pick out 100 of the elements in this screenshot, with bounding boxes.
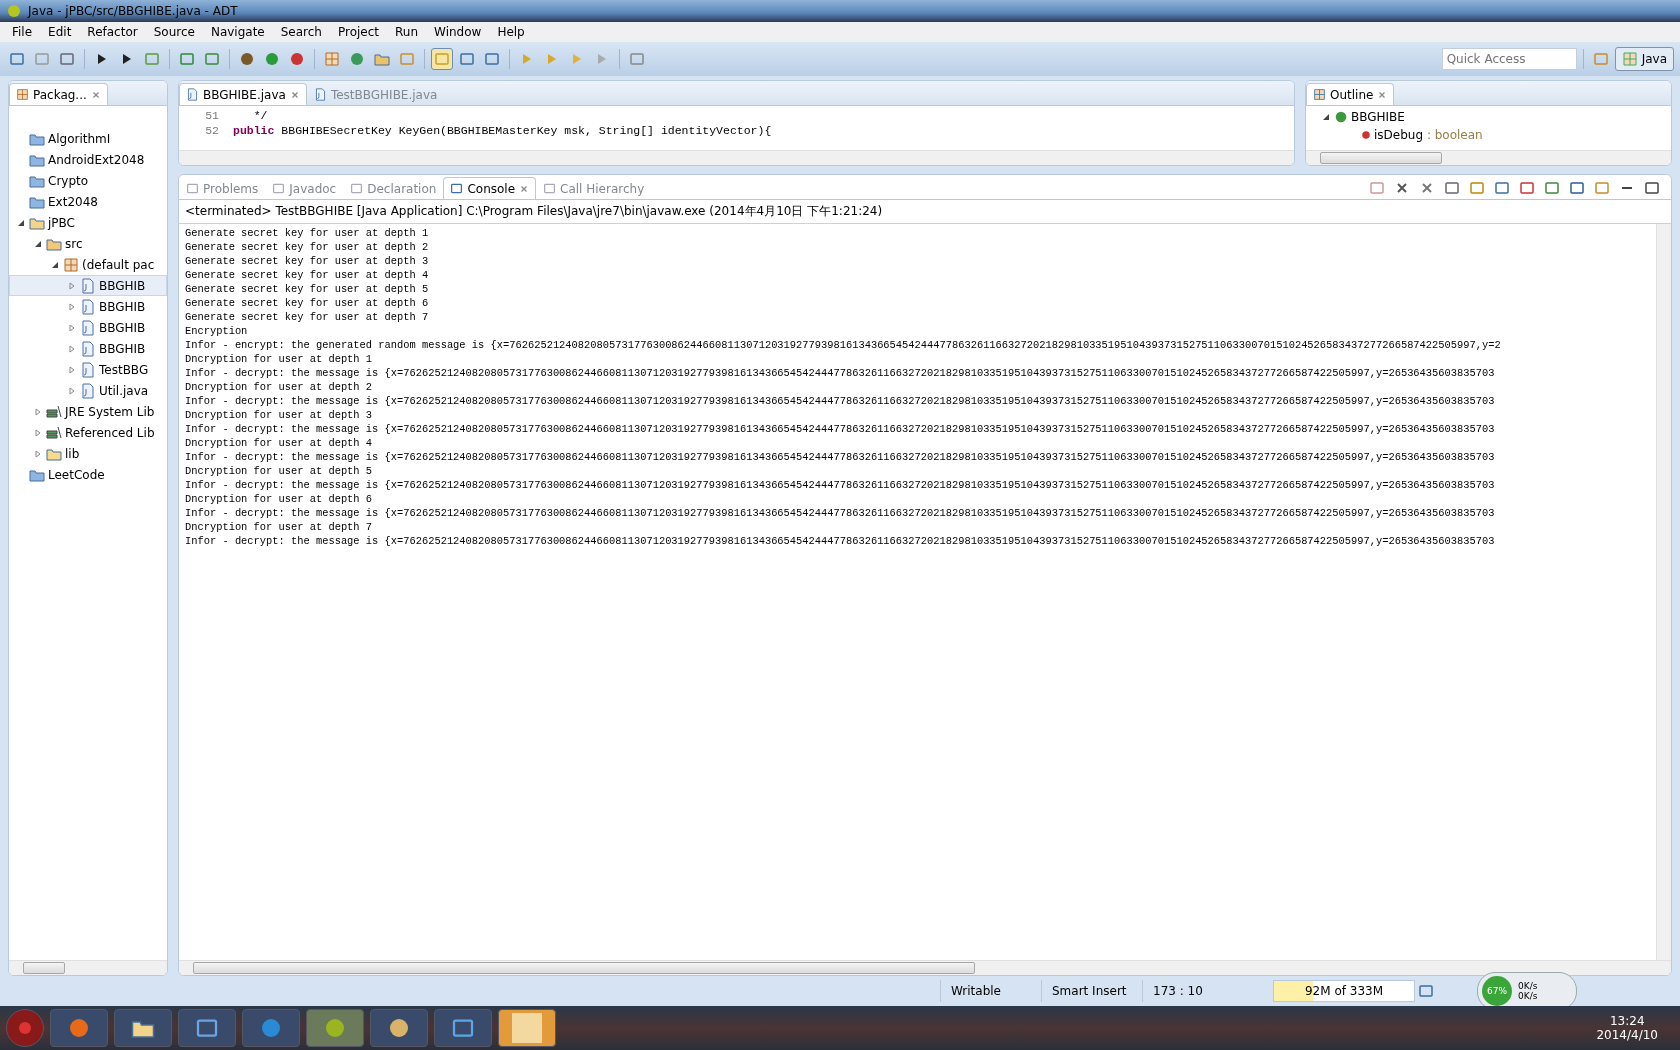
collapsed-icon[interactable] — [34, 407, 42, 416]
console-line: Dncryption for user at depth 7 — [185, 520, 374, 534]
vertical-scrollbar[interactable] — [1656, 224, 1671, 960]
trash-icon — [1418, 983, 1434, 999]
palette-icon — [387, 1016, 411, 1040]
taskbar-app[interactable] — [370, 1009, 428, 1047]
java-file-icon — [80, 319, 96, 336]
highlight-button[interactable] — [431, 48, 453, 70]
tree-item[interactable]: Util.java — [9, 380, 167, 401]
tree-item[interactable]: AndroidExt2048 — [9, 149, 167, 170]
console-line: Infor - encrypt: the generated random message is {x=76262521240820805731776300862446608113071203192779398161343665454244477863261166327202182981033519510439373152751106330070151024526583437277266587422505997,y=2 — [185, 338, 1502, 352]
horizontal-scrollbar[interactable] — [9, 960, 167, 975]
taskbar-app[interactable] — [498, 1009, 556, 1047]
console-line: Infor - decrypt: the message is {x=76262521240820805731776300862446608113071203192779398161343665454244477863261166327202182981033519510439373152751106330070151024526583437277266587422505997,y=26536435603835703 — [185, 534, 1496, 548]
horizontal-scrollbar[interactable] — [179, 960, 1671, 975]
view-tab[interactable]: Declaration — [343, 177, 444, 199]
menu-item[interactable]: Navigate — [202, 25, 273, 39]
collapsed-icon[interactable] — [68, 365, 76, 374]
clock[interactable]: 13:24 2014/4/10 — [1580, 1014, 1674, 1042]
horizontal-scrollbar[interactable] — [1306, 150, 1671, 165]
menu-item[interactable]: Search — [272, 25, 330, 39]
expanded-icon[interactable] — [1322, 112, 1330, 121]
field-icon — [1361, 130, 1371, 140]
console-line: Encryption — [185, 324, 249, 338]
menu-item[interactable]: Window — [426, 25, 490, 39]
tree-item[interactable]: (default pac — [9, 254, 167, 275]
menu-item[interactable]: Refactor — [79, 25, 146, 39]
tree-item[interactable]: Ext2048 — [9, 191, 167, 212]
scroll-lock-icon — [1469, 180, 1485, 196]
tree-item[interactable]: JRE System Lib — [9, 401, 167, 422]
taskbar-app[interactable] — [114, 1009, 172, 1047]
code-line: public BBGHIBESecretKey KeyGen(BBGHIBEMasterKey msk, String[] identityVector){ — [233, 124, 772, 137]
line-number: 52 — [204, 124, 220, 137]
taskbar-app[interactable] — [50, 1009, 108, 1047]
tree-item[interactable]: jPBC — [9, 212, 167, 233]
tree-item[interactable]: lib — [9, 443, 167, 464]
view-tab[interactable]: Javadoc — [265, 177, 344, 199]
console-line: Generate secret key for user at depth 3 — [185, 254, 430, 268]
start-button[interactable] — [6, 1009, 44, 1047]
expanded-icon[interactable] — [51, 260, 59, 269]
class-icon — [1334, 109, 1348, 124]
download-speed: 0K/s — [1518, 991, 1538, 1001]
console-line: Infor - decrypt: the message is {x=76262521240820805731776300862446608113071203192779398161343665454244477863261166327202182981033519510439373152751106330070151024526583437277266587422505997,y=26536435603835703 — [185, 422, 1496, 436]
menu-item[interactable]: Source — [145, 25, 203, 39]
tree-item[interactable]: Referenced Lib — [9, 422, 167, 443]
tree-item[interactable]: TestBBG — [9, 359, 167, 380]
collapsed-icon[interactable] — [68, 386, 76, 395]
collapsed-icon[interactable] — [68, 281, 76, 290]
collapsed-icon[interactable] — [68, 344, 76, 353]
menu-item[interactable]: Run — [387, 25, 427, 39]
tree-item[interactable]: LeetCode — [9, 464, 167, 485]
view-tab[interactable]: Call Hierarchy — [536, 177, 652, 199]
close-icon — [519, 183, 530, 194]
collapsed-icon[interactable] — [68, 302, 76, 311]
editor-tab[interactable]: BBGHIBE.java — [179, 83, 307, 105]
tree-item[interactable]: BBGHIB — [9, 296, 167, 317]
window-title: Java - jPBC/src/BBGHIBE.java - ADT — [28, 4, 238, 18]
console-header: <terminated> TestBBGHIBE [Java Application] C:\Program Files\Java\jre7\bin\javaw.exe (2014年4月10日 下午1:21:24) — [179, 200, 1671, 224]
view-icon — [272, 182, 286, 195]
menu-item[interactable]: Edit — [40, 25, 80, 39]
taskbar-app[interactable] — [434, 1009, 492, 1047]
block-icon — [459, 51, 475, 67]
view-tab[interactable]: Console — [443, 177, 537, 199]
horizontal-scrollbar[interactable] — [179, 150, 1294, 165]
quick-access-field[interactable]: Quick Access — [1441, 48, 1577, 70]
panel-tab[interactable]: Packag... — [9, 83, 108, 105]
taskbar-app[interactable] — [306, 1009, 364, 1047]
perspective-button[interactable]: Java — [1614, 47, 1674, 71]
package-icon — [16, 88, 29, 101]
console-line: Infor - decrypt: the message is {x=76262521240820805731776300862446608113071203192779398161343665454244477863261166327202182981033519510439373152751106330070151024526583437277266587422505997,y=26536435603835703 — [185, 478, 1496, 492]
console-line: Generate secret key for user at depth 5 — [185, 282, 430, 296]
panel-tab[interactable]: Outline — [1306, 83, 1395, 105]
tree-item[interactable]: AlgorithmI — [9, 128, 167, 149]
save-icon — [34, 51, 50, 67]
status-text: Smart Insert — [1041, 980, 1142, 1002]
view-tab[interactable]: Problems — [179, 177, 266, 199]
menu-item[interactable]: Project — [329, 25, 388, 39]
collapsed-icon[interactable] — [68, 323, 76, 332]
tree-item[interactable]: BBGHIBE — [1320, 106, 1671, 127]
taskbar-app[interactable] — [178, 1009, 236, 1047]
expanded-icon[interactable] — [17, 218, 25, 227]
menu-item[interactable]: File — [4, 25, 41, 39]
collapsed-icon[interactable] — [34, 428, 42, 437]
collapsed-icon[interactable] — [34, 449, 42, 458]
console-line: Dncryption for user at depth 2 — [185, 380, 374, 394]
console-line: Generate secret key for user at depth 1 — [185, 226, 430, 240]
library-icon — [46, 403, 62, 420]
tree-item[interactable]: Crypto — [9, 170, 167, 191]
tree-item[interactable]: BBGHIB — [9, 275, 167, 296]
close-icon — [289, 89, 300, 100]
tree-item[interactable]: BBGHIB — [9, 317, 167, 338]
show-error-icon — [1519, 180, 1535, 196]
java-file-icon — [80, 361, 96, 378]
tree-item[interactable]: BBGHIB — [9, 338, 167, 359]
tree-item[interactable]: src — [9, 233, 167, 254]
brush-icon — [434, 51, 450, 67]
expanded-icon[interactable] — [34, 239, 42, 248]
tree-item[interactable]: isDebug : boolean — [1320, 127, 1671, 143]
print-icon — [59, 51, 75, 67]
menu-item[interactable]: Help — [489, 25, 533, 39]
